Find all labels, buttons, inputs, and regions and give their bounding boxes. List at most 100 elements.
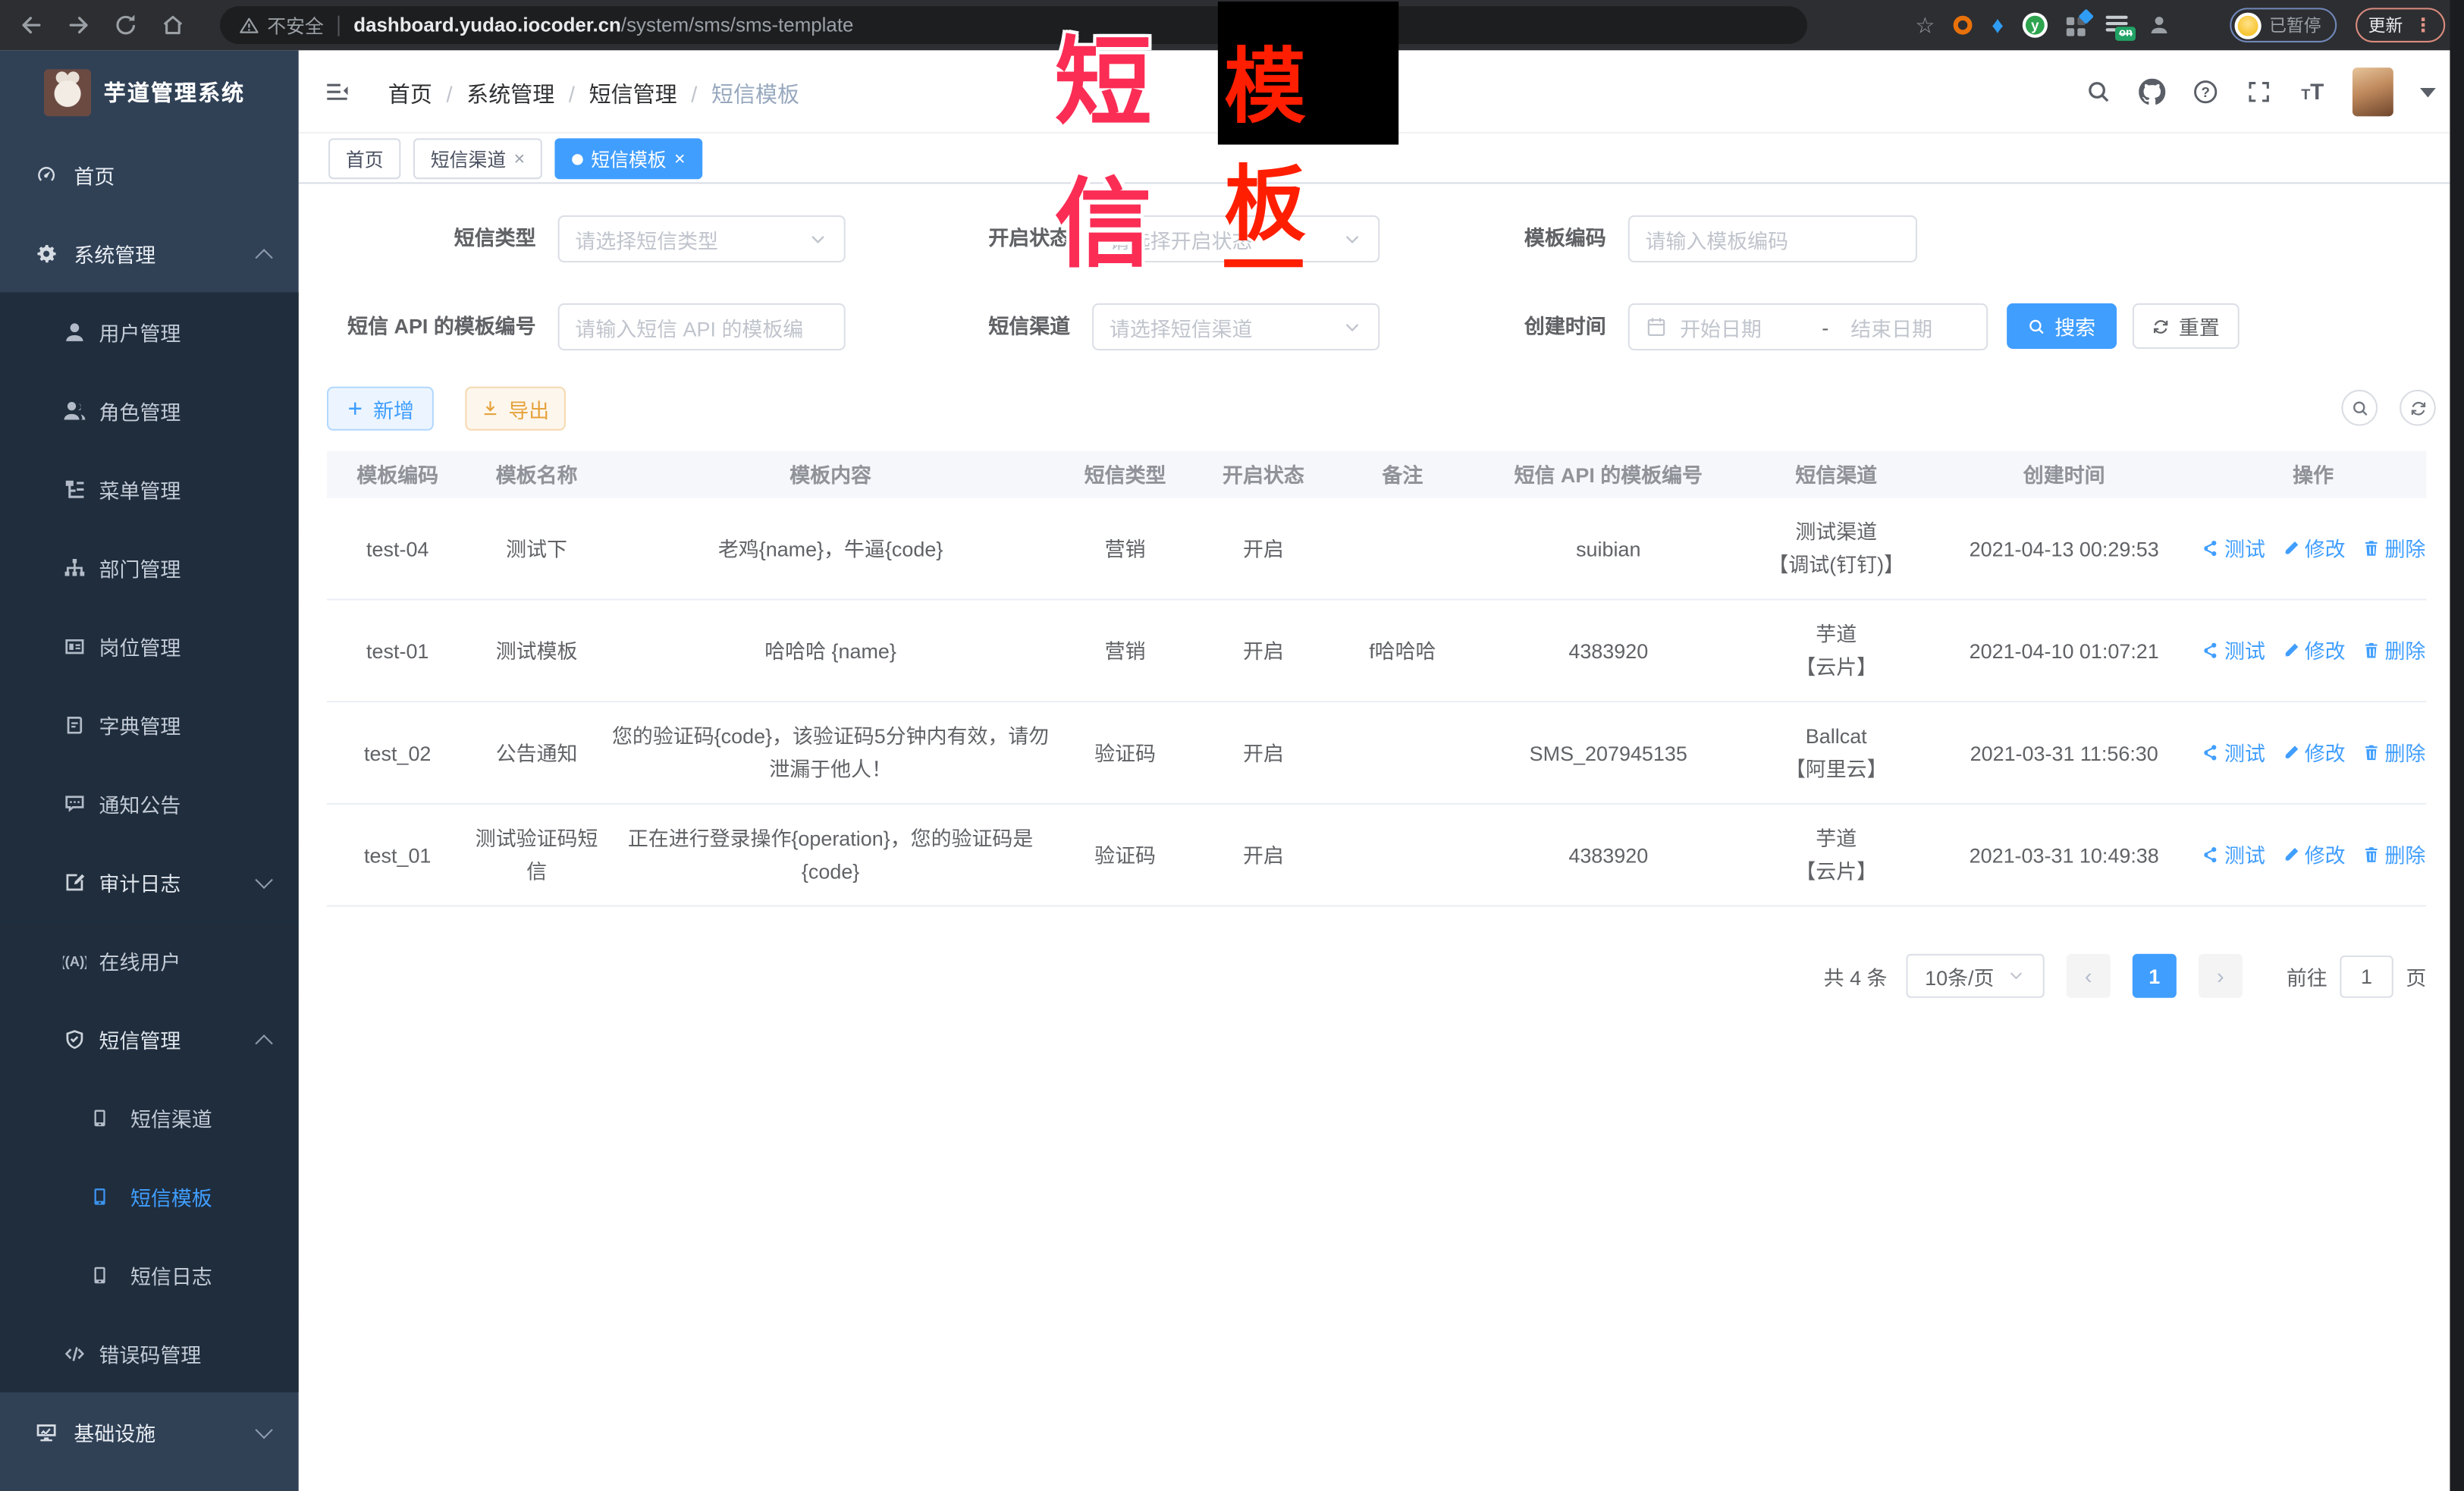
edit-link[interactable]: 修改 <box>2281 532 2346 565</box>
sidebar-item-sms-log[interactable]: 短信日志 <box>0 1235 299 1314</box>
add-button[interactable]: 新增 <box>327 387 434 431</box>
breadcrumb-item[interactable]: 首页 <box>388 79 432 110</box>
bookmark-star-icon[interactable]: ☆ <box>1915 14 1935 36</box>
github-icon[interactable] <box>2139 79 2165 105</box>
filter-label-status: 开启状态 <box>862 215 1071 262</box>
cell-code: test-04 <box>327 532 468 565</box>
sidebar-item-dict-management[interactable]: 字典管理 <box>0 685 299 764</box>
sidebar-item-post-management[interactable]: 岗位管理 <box>0 607 299 686</box>
test-link[interactable]: 测试 <box>2201 634 2265 667</box>
sms-type-select[interactable]: 请选择短信类型 <box>558 215 846 262</box>
hamburger-icon[interactable] <box>324 79 350 105</box>
cell-api_template_id: suibian <box>1473 532 1744 565</box>
sidebar-item-label: 菜单管理 <box>99 474 181 504</box>
export-button[interactable]: 导出 <box>465 387 566 431</box>
delete-link[interactable]: 删除 <box>2361 532 2425 565</box>
chevron-down-icon[interactable] <box>2420 87 2436 96</box>
status-select[interactable]: 请选择开启状态 <box>1092 215 1380 262</box>
tab-sms-channel[interactable]: 短信渠道× <box>413 138 542 179</box>
chrome-update-button[interactable]: 更新 ⋮ <box>2356 8 2445 42</box>
svg-text:((A)): ((A)) <box>63 953 86 968</box>
tab-home[interactable]: 首页 <box>328 138 400 179</box>
test-link[interactable]: 测试 <box>2201 532 2265 565</box>
action-label: 删除 <box>2384 634 2425 667</box>
goto-page-input[interactable] <box>2340 955 2393 997</box>
delete-link[interactable]: 删除 <box>2361 736 2425 770</box>
toggle-search-button[interactable] <box>2341 390 2378 426</box>
sidebar-item-sms-management[interactable]: 短信管理 <box>0 1000 299 1078</box>
search-icon[interactable] <box>2086 79 2112 105</box>
test-link[interactable]: 测试 <box>2201 736 2265 770</box>
breadcrumb: 首页/系统管理/短信管理/短信模板 <box>388 79 799 110</box>
sidebar-item-menu-management[interactable]: 菜单管理 <box>0 450 299 529</box>
sidebar-item-sms-channel[interactable]: 短信渠道 <box>0 1078 299 1157</box>
template-code-input[interactable]: 请输入模板编码 <box>1628 215 1917 262</box>
refresh-icon <box>2408 398 2427 417</box>
app-logo[interactable]: 芋道管理系统 <box>0 50 299 135</box>
question-icon[interactable]: ? <box>2192 79 2219 105</box>
extension-list-on-icon[interactable]: on <box>2106 14 2130 36</box>
prev-page-button[interactable]: ‹ <box>2067 954 2111 998</box>
delete-link[interactable]: 删除 <box>2361 838 2425 871</box>
extension-donut-icon[interactable] <box>1954 16 1973 35</box>
row-actions: 测试修改删除 <box>2206 634 2420 667</box>
sidebar-item-role-management[interactable]: 角色管理 <box>0 371 299 450</box>
breadcrumb-item[interactable]: 短信管理 <box>589 79 677 110</box>
extension-profile-icon[interactable] <box>2149 14 2171 36</box>
sms-channel-select[interactable]: 请选择短信渠道 <box>1092 303 1380 350</box>
column-header-code: 模板编码 <box>327 458 468 491</box>
test-link[interactable]: 测试 <box>2201 838 2265 871</box>
share-icon <box>2201 539 2220 558</box>
extension-diamond-icon[interactable]: ♦ <box>1992 14 2004 37</box>
api-template-id-input[interactable]: 请输入短信 API 的模板编 <box>558 303 846 350</box>
back-icon[interactable] <box>19 13 44 38</box>
edit-link[interactable]: 修改 <box>2281 634 2346 667</box>
cell-api_template_id: SMS_207945135 <box>1473 736 1744 770</box>
extension-y-icon[interactable]: y <box>2023 13 2048 38</box>
delete-link[interactable]: 删除 <box>2361 634 2425 667</box>
extension-grid-icon[interactable] <box>2067 15 2087 36</box>
placeholder-text: 请输入短信 API 的模板编 <box>575 312 828 341</box>
sidebar-item-user-management[interactable]: 用户管理 <box>0 292 299 371</box>
breadcrumb-item[interactable]: 系统管理 <box>466 79 554 110</box>
sidebar-item-dept-management[interactable]: 部门管理 <box>0 528 299 607</box>
next-page-button[interactable]: › <box>2199 954 2243 998</box>
forward-icon[interactable] <box>66 13 91 38</box>
edit-link[interactable]: 修改 <box>2281 736 2346 770</box>
sidebar-item-system-management[interactable]: 系统管理 <box>0 214 299 293</box>
sidebar-item-sms-template[interactable]: 短信模板 <box>0 1157 299 1235</box>
tab-sms-template[interactable]: 短信模板× <box>555 138 703 179</box>
cell-type: 验证码 <box>1056 838 1194 871</box>
page-1-button[interactable]: 1 <box>2133 954 2177 998</box>
range-separator: - <box>1822 315 1828 338</box>
close-icon[interactable]: × <box>514 149 526 168</box>
create-time-daterange[interactable]: 开始日期-结束日期 <box>1628 303 1988 350</box>
user-avatar[interactable] <box>2353 67 2393 116</box>
sidebar-item-notice[interactable]: 通知公告 <box>0 764 299 843</box>
edit-link[interactable]: 修改 <box>2281 838 2346 871</box>
svg-text:T: T <box>2301 86 2310 103</box>
security-chip[interactable]: 不安全 <box>239 12 324 39</box>
plus-icon <box>347 399 366 418</box>
sidebar-item-home[interactable]: 首页 <box>0 135 299 214</box>
address-bar[interactable]: 不安全 dashboard.yudao.iocoder.cn/system/sm… <box>220 6 1807 44</box>
font-size-icon[interactable]: TT <box>2299 79 2325 105</box>
refresh-table-button[interactable] <box>2400 390 2436 426</box>
page-size-select[interactable]: 10条/页 <box>1906 954 2044 998</box>
profile-avatar <box>2235 12 2262 39</box>
sidebar-item-error-code-management[interactable]: 错误码管理 <box>0 1314 299 1392</box>
browser-menu-icon[interactable]: ⋮ <box>2414 14 2433 36</box>
sidebar-item-infrastructure[interactable]: 基础设施 <box>0 1392 299 1471</box>
table-row: test_02公告通知您的验证码{code}，该验证码5分钟内有效，请勿泄漏于他… <box>327 702 2426 805</box>
extensions-puzzle-icon[interactable] <box>2189 14 2211 36</box>
reload-icon[interactable] <box>113 13 138 38</box>
profile-paused-pill[interactable]: 已暂停 <box>2230 8 2337 42</box>
home-icon[interactable] <box>160 13 185 38</box>
sidebar-item-online-user[interactable]: ((A))在线用户 <box>0 921 299 1000</box>
reset-button[interactable]: 重置 <box>2133 303 2240 349</box>
search-button[interactable]: 搜索 <box>2007 303 2117 349</box>
sidebar-item-audit-log[interactable]: 审计日志 <box>0 843 299 921</box>
close-icon[interactable]: × <box>674 149 686 168</box>
fullscreen-icon[interactable] <box>2246 79 2272 105</box>
filter-label-sms-channel: 短信渠道 <box>862 303 1071 350</box>
